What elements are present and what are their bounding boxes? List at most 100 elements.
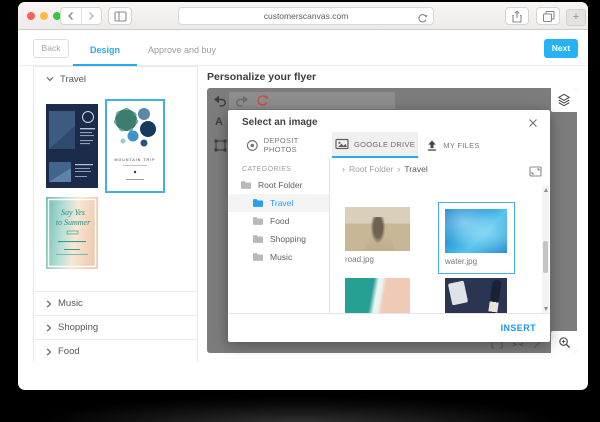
forward-nav-button[interactable] bbox=[81, 8, 102, 24]
folder-label: Food bbox=[270, 216, 289, 226]
url-text: customerscanvas.com bbox=[264, 11, 349, 21]
categories-panel: CATEGORIES Root Folder Travel Food bbox=[228, 158, 330, 313]
tab-deposit-photos[interactable]: DEPOSIT PHOTOS bbox=[246, 132, 332, 158]
templates-sidebar: Travel bbox=[33, 66, 198, 362]
layers-icon bbox=[557, 93, 571, 107]
file-tile-beach[interactable] bbox=[345, 278, 410, 313]
browser-window: customerscanvas.com + Back Design Approv… bbox=[18, 2, 588, 390]
zoom-button[interactable] bbox=[551, 331, 577, 353]
svg-text:to Summer: to Summer bbox=[56, 218, 91, 227]
browser-chrome: customerscanvas.com + bbox=[18, 2, 588, 30]
folder-label: Music bbox=[270, 252, 292, 262]
share-button[interactable] bbox=[505, 7, 529, 25]
section-label: Food bbox=[58, 346, 80, 357]
folder-label: Shopping bbox=[270, 234, 306, 244]
section-label: Shopping bbox=[58, 322, 98, 333]
svg-text:MOUNTAIN TRIP: MOUNTAIN TRIP bbox=[114, 158, 155, 162]
folder-food[interactable]: Food bbox=[228, 212, 329, 230]
breadcrumb-root-folder[interactable]: Root Folder bbox=[349, 164, 393, 174]
tab-design[interactable]: Design bbox=[73, 39, 137, 62]
deposit-photos-icon bbox=[246, 139, 259, 152]
scrollbar-thumb[interactable] bbox=[543, 241, 548, 273]
magnifier-icon bbox=[558, 336, 571, 349]
mountain-trip-preview: MOUNTAIN TRIP bbox=[109, 103, 161, 189]
scroll-down-button[interactable] bbox=[542, 305, 549, 313]
dialog-footer: INSERT bbox=[228, 313, 550, 342]
file-tile-water[interactable]: water.jpg bbox=[438, 202, 515, 274]
breadcrumb-chevron: › bbox=[397, 164, 400, 174]
tab-my-files[interactable]: MY FILES bbox=[420, 132, 486, 158]
sidebar-section-travel[interactable]: Travel bbox=[34, 67, 197, 91]
folder-icon bbox=[252, 216, 264, 226]
folder-shopping[interactable]: Shopping bbox=[228, 230, 329, 248]
template-thumbnail-say-yes-summer[interactable]: Say Yes to Summer bbox=[46, 197, 98, 269]
folder-root[interactable]: Root Folder bbox=[228, 176, 329, 194]
road-thumbnail bbox=[345, 207, 410, 251]
sidebar-section-food[interactable]: Food bbox=[34, 339, 197, 363]
grid-scrollbar[interactable] bbox=[542, 186, 549, 313]
triangle-down-icon bbox=[544, 307, 548, 311]
next-button[interactable]: Next bbox=[544, 39, 578, 58]
reload-icon bbox=[417, 13, 428, 24]
expand-icon bbox=[529, 166, 542, 177]
folder-icon bbox=[252, 234, 264, 244]
app-top-nav: Back Design Approve and buy Next bbox=[18, 30, 588, 66]
tab-overview-button[interactable] bbox=[536, 7, 560, 25]
chevron-left-icon bbox=[67, 11, 75, 21]
back-button[interactable]: Back bbox=[33, 39, 69, 58]
address-bar[interactable]: customerscanvas.com bbox=[178, 7, 434, 25]
sidebar-icon bbox=[114, 11, 127, 22]
section-label: Music bbox=[58, 298, 83, 309]
sidebar-section-shopping[interactable]: Shopping bbox=[34, 315, 197, 339]
chevron-right-icon bbox=[46, 300, 52, 308]
reset-icon bbox=[256, 94, 269, 107]
say-yes-summer-preview: Say Yes to Summer bbox=[46, 197, 98, 269]
scroll-up-button[interactable] bbox=[542, 186, 549, 194]
breadcrumb-chevron: › bbox=[342, 164, 345, 174]
tab-label: GOOGLE DRIVE bbox=[354, 140, 415, 149]
preview-size-button[interactable] bbox=[529, 164, 542, 182]
folder-music[interactable]: Music bbox=[228, 248, 329, 266]
svg-text:Say Yes: Say Yes bbox=[61, 208, 85, 217]
section-label: Travel bbox=[60, 74, 86, 85]
file-tile-flatlay[interactable] bbox=[445, 278, 507, 313]
close-window-button[interactable] bbox=[27, 12, 35, 20]
folder-label: Root Folder bbox=[258, 180, 302, 190]
back-nav-button[interactable] bbox=[61, 8, 81, 24]
navy-flyer-preview bbox=[46, 104, 98, 188]
history-nav bbox=[60, 7, 102, 25]
chevron-right-icon bbox=[46, 324, 52, 332]
tab-google-drive[interactable]: GOOGLE DRIVE bbox=[332, 132, 418, 158]
sidebar-toggle-button[interactable] bbox=[108, 7, 132, 25]
template-thumbnail-navy-flyer[interactable] bbox=[46, 104, 98, 188]
text-tool-button[interactable]: A bbox=[215, 116, 223, 128]
page-title: Personalize your flyer bbox=[207, 71, 316, 83]
editor-toolbar bbox=[229, 92, 395, 109]
file-tile-road[interactable]: road.jpg bbox=[345, 207, 410, 264]
breadcrumb-travel[interactable]: Travel bbox=[404, 164, 427, 174]
select-image-dialog: Select an image DEPOSIT PHOTOS GOOGLE DR… bbox=[228, 110, 550, 342]
template-thumbnail-mountain-trip[interactable]: MOUNTAIN TRIP bbox=[105, 99, 165, 193]
file-name: water.jpg bbox=[445, 257, 508, 266]
dialog-title: Select an image bbox=[242, 117, 318, 128]
crop-tool-button[interactable] bbox=[213, 138, 228, 158]
close-icon bbox=[528, 118, 538, 128]
tab-label: MY FILES bbox=[443, 141, 479, 150]
design-editor-canvas: A Select an image DEPOSIT PHOTOS bbox=[207, 88, 577, 353]
layers-button[interactable] bbox=[551, 88, 577, 112]
insert-button[interactable]: INSERT bbox=[501, 323, 536, 333]
flatlay-thumbnail bbox=[445, 278, 507, 313]
close-dialog-button[interactable] bbox=[526, 116, 540, 130]
window-controls bbox=[27, 12, 61, 20]
undo-button[interactable] bbox=[213, 94, 227, 112]
tabs-icon bbox=[542, 10, 555, 22]
reload-button[interactable] bbox=[417, 11, 428, 29]
sidebar-section-music[interactable]: Music bbox=[34, 291, 197, 315]
new-tab-button[interactable]: + bbox=[566, 9, 586, 26]
folder-label: Travel bbox=[270, 198, 293, 208]
minimize-window-button[interactable] bbox=[40, 12, 48, 20]
tab-approve-and-buy[interactable]: Approve and buy bbox=[147, 39, 217, 62]
crop-icon bbox=[213, 138, 228, 153]
categories-label: CATEGORIES bbox=[242, 166, 291, 173]
folder-travel[interactable]: Travel bbox=[228, 194, 329, 212]
